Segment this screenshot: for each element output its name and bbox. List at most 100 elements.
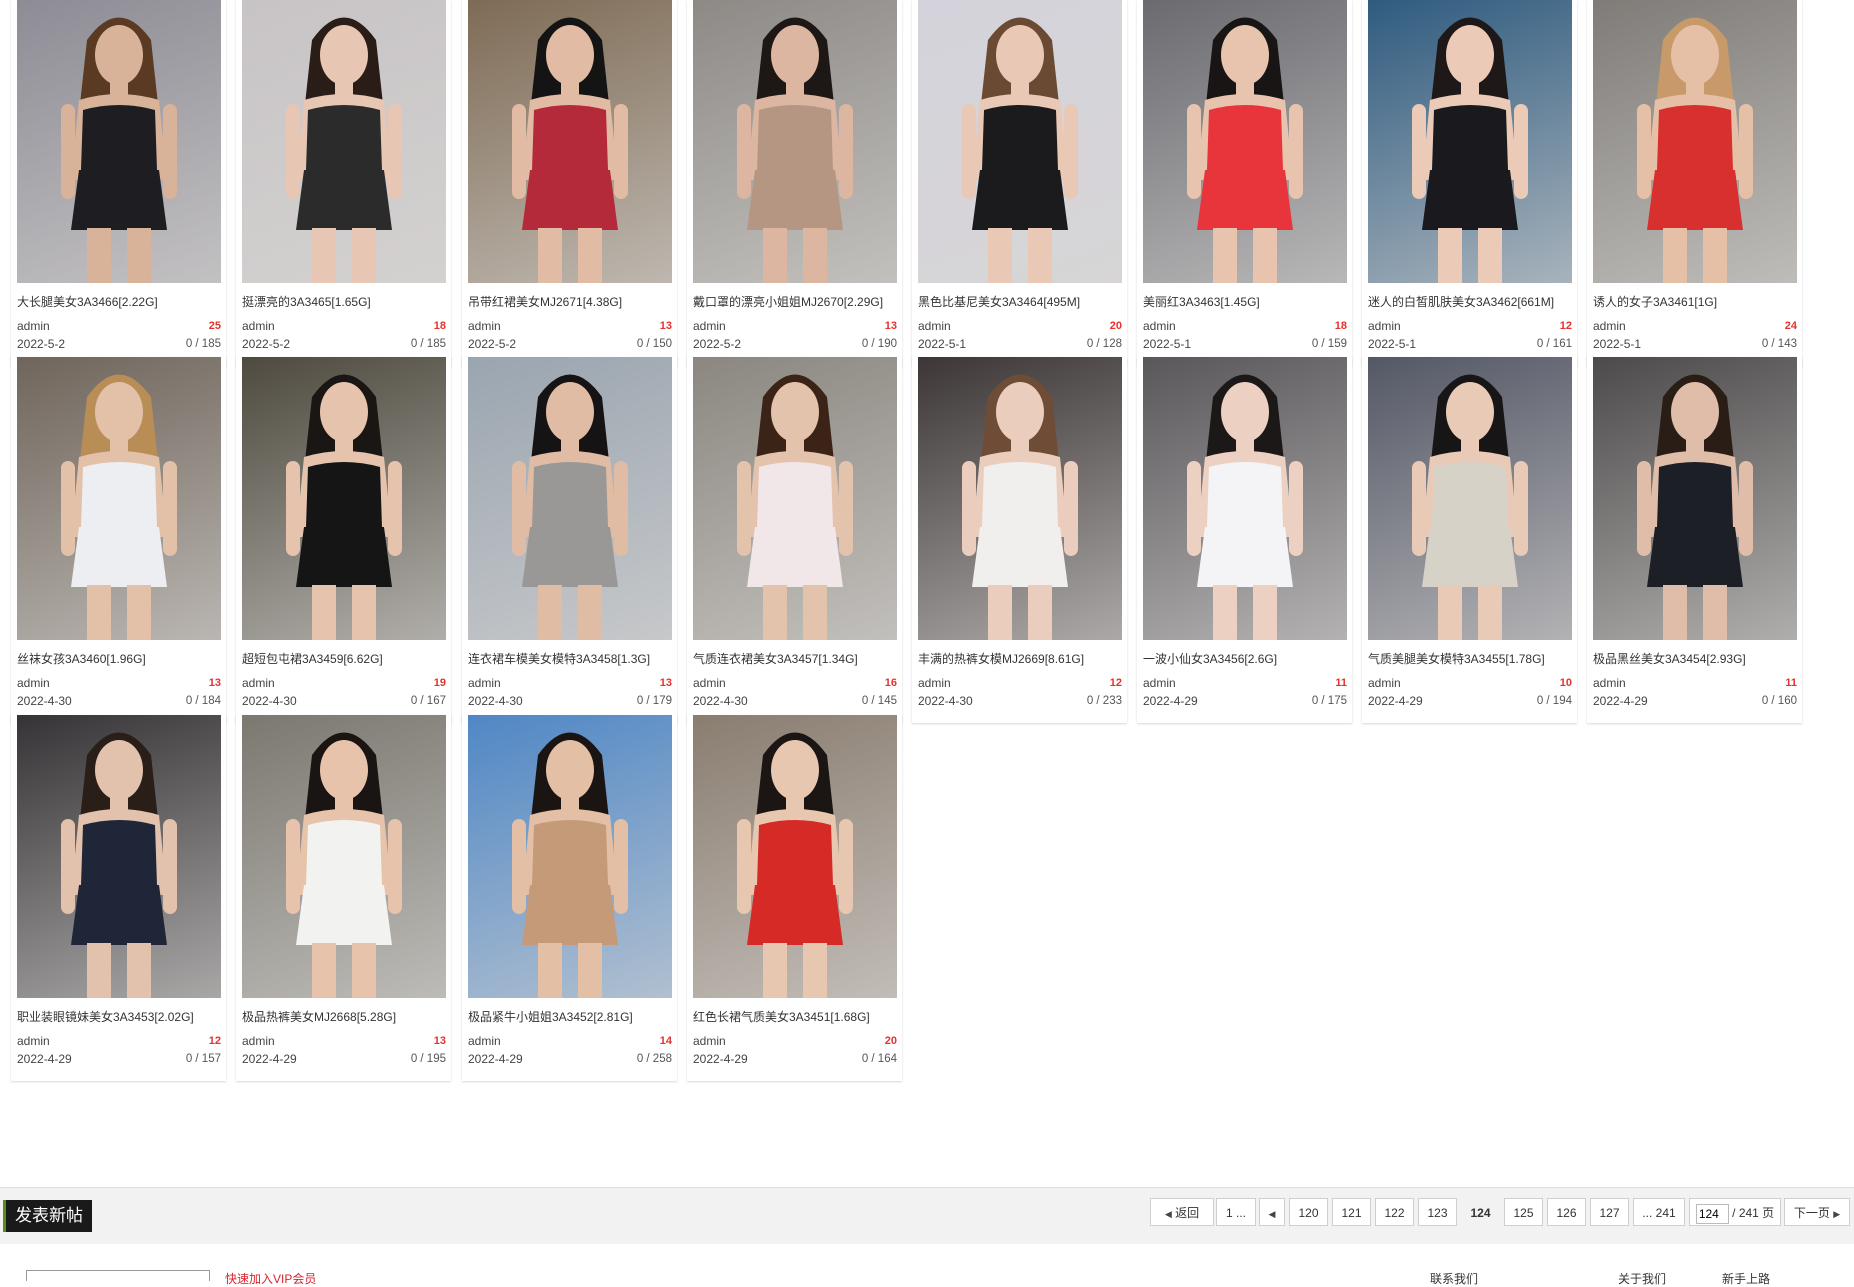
page-jump-input[interactable]: [1695, 1203, 1729, 1224]
post-title[interactable]: 极品紧牛小姐姐3A3452[2.81G]: [468, 1010, 674, 1024]
post-thumbnail[interactable]: [242, 715, 446, 998]
post-thumbnail[interactable]: [918, 0, 1122, 283]
post-card[interactable]: 丝袜女孩3A3460[1.96G] admin 13 2022-4-30 0 / 184: [11, 357, 226, 723]
post-author[interactable]: admin: [1593, 676, 1626, 690]
post-card[interactable]: 气质美腿美女模特3A3455[1.78G] admin 10 2022-4-29 0 /…: [1362, 357, 1577, 723]
post-thumbnail[interactable]: [242, 0, 446, 283]
post-title[interactable]: 极品黑丝美女3A3454[2.93G]: [1593, 652, 1799, 666]
post-title[interactable]: 连衣裙车模美女模特3A3458[1.3G]: [468, 652, 674, 666]
post-card[interactable]: 职业装眼镜妹美女3A3453[2.02G] admin 12 2022-4-29 0 /…: [11, 715, 226, 1081]
post-card[interactable]: 极品黑丝美女3A3454[2.93G] admin 11 2022-4-29 0 / 1…: [1587, 357, 1802, 723]
post-author[interactable]: admin: [1368, 676, 1401, 690]
post-card[interactable]: 极品紧牛小姐姐3A3452[2.81G] admin 14 2022-4-29 0 / …: [462, 715, 677, 1081]
post-card[interactable]: 丰满的热裤女模MJ2669[8.61G] admin 12 2022-4-30 0 / …: [912, 357, 1127, 723]
post-card[interactable]: 连衣裙车模美女模特3A3458[1.3G] admin 13 2022-4-30 0 /…: [462, 357, 677, 723]
post-card[interactable]: 气质连衣裙美女3A3457[1.34G] admin 16 2022-4-30 0 / …: [687, 357, 902, 723]
post-thumbnail[interactable]: [693, 357, 897, 640]
page-124[interactable]: 124: [1461, 1198, 1500, 1226]
post-title[interactable]: 一波小仙女3A3456[2.6G]: [1143, 652, 1349, 666]
post-thumbnail[interactable]: [1143, 357, 1347, 640]
post-thumbnail[interactable]: [468, 715, 672, 998]
post-thumbnail[interactable]: [1143, 0, 1347, 283]
post-author[interactable]: admin: [693, 319, 726, 333]
post-card[interactable]: 美丽红3A3463[1.45G] admin 18 2022-5-1 0 / 159: [1137, 0, 1352, 366]
post-card[interactable]: 吊带红裙美女MJ2671[4.38G] admin 13 2022-5-2 0 / 15…: [462, 0, 677, 366]
post-card[interactable]: 诱人的女子3A3461[1G] admin 24 2022-5-1 0 / 143: [1587, 0, 1802, 366]
page-123[interactable]: 123: [1418, 1198, 1457, 1226]
post-thumbnail[interactable]: [1593, 0, 1797, 283]
page-125[interactable]: 125: [1504, 1198, 1543, 1226]
back-button[interactable]: ◀ 返回: [1150, 1198, 1214, 1226]
post-title[interactable]: 吊带红裙美女MJ2671[4.38G]: [468, 295, 674, 309]
post-author[interactable]: admin: [693, 1034, 726, 1048]
page-122[interactable]: 122: [1375, 1198, 1414, 1226]
post-card[interactable]: 戴口罩的漂亮小姐姐MJ2670[2.29G] admin 13 2022-5-2 0 /…: [687, 0, 902, 366]
post-author[interactable]: admin: [918, 319, 951, 333]
page-126[interactable]: 126: [1547, 1198, 1586, 1226]
post-thumbnail[interactable]: [1593, 357, 1797, 640]
post-title[interactable]: 戴口罩的漂亮小姐姐MJ2670[2.29G]: [693, 295, 899, 309]
post-author[interactable]: admin: [17, 1034, 50, 1048]
post-author[interactable]: admin: [468, 319, 501, 333]
post-card[interactable]: 一波小仙女3A3456[2.6G] admin 11 2022-4-29 0 / 175: [1137, 357, 1352, 723]
post-author[interactable]: admin: [693, 676, 726, 690]
reply-count: 13: [433, 1035, 446, 1047]
post-author[interactable]: admin: [1593, 319, 1626, 333]
post-title[interactable]: 丰满的热裤女模MJ2669[8.61G]: [918, 652, 1124, 666]
post-title[interactable]: 极品热裤美女MJ2668[5.28G]: [242, 1010, 448, 1024]
vip-join-link[interactable]: 快速加入VIP会员: [225, 1270, 316, 1287]
footer-link-newbie[interactable]: 新手上路: [1722, 1270, 1770, 1287]
post-author[interactable]: admin: [1143, 676, 1176, 690]
post-thumbnail[interactable]: [1368, 0, 1572, 283]
post-title[interactable]: 迷人的白皙肌肤美女3A3462[661M]: [1368, 295, 1574, 309]
post-author[interactable]: admin: [242, 319, 275, 333]
post-author[interactable]: admin: [17, 676, 50, 690]
post-title[interactable]: 美丽红3A3463[1.45G]: [1143, 295, 1349, 309]
post-thumbnail[interactable]: [17, 357, 221, 640]
post-thumbnail[interactable]: [468, 0, 672, 283]
post-title[interactable]: 职业装眼镜妹美女3A3453[2.02G]: [17, 1010, 223, 1024]
post-author[interactable]: admin: [242, 676, 275, 690]
post-title[interactable]: 丝袜女孩3A3460[1.96G]: [17, 652, 223, 666]
post-title[interactable]: 气质美腿美女模特3A3455[1.78G]: [1368, 652, 1574, 666]
post-title[interactable]: 黑色比基尼美女3A3464[495M]: [918, 295, 1124, 309]
post-thumbnail[interactable]: [1368, 357, 1572, 640]
footer-link-contact[interactable]: 联系我们: [1430, 1270, 1478, 1287]
post-card[interactable]: 红色长裙气质美女3A3451[1.68G] admin 20 2022-4-29 0 /…: [687, 715, 902, 1081]
post-thumbnail[interactable]: [17, 0, 221, 283]
post-author[interactable]: admin: [242, 1034, 275, 1048]
post-card[interactable]: 超短包屯裙3A3459[6.62G] admin 19 2022-4-30 0 / 16…: [236, 357, 451, 723]
page-121[interactable]: 121: [1332, 1198, 1371, 1226]
page-first[interactable]: 1 ...: [1216, 1198, 1256, 1226]
post-thumbnail[interactable]: [693, 715, 897, 998]
next-page-button[interactable]: 下一页 ▶: [1784, 1198, 1850, 1226]
post-card[interactable]: 挺漂亮的3A3465[1.65G] admin 18 2022-5-2 0 / 185: [236, 0, 451, 366]
post-thumbnail[interactable]: [468, 357, 672, 640]
post-title[interactable]: 气质连衣裙美女3A3457[1.34G]: [693, 652, 899, 666]
prev-page-button[interactable]: ◀: [1259, 1198, 1285, 1226]
post-author[interactable]: admin: [17, 319, 50, 333]
post-author[interactable]: admin: [468, 676, 501, 690]
post-card[interactable]: 迷人的白皙肌肤美女3A3462[661M] admin 12 2022-5-1 0 / …: [1362, 0, 1577, 366]
post-title[interactable]: 诱人的女子3A3461[1G]: [1593, 295, 1799, 309]
post-title[interactable]: 超短包屯裙3A3459[6.62G]: [242, 652, 448, 666]
footer-link-about[interactable]: 关于我们: [1618, 1270, 1666, 1287]
post-thumbnail[interactable]: [242, 357, 446, 640]
post-card[interactable]: 大长腿美女3A3466[2.22G] admin 25 2022-5-2 0 / 185: [11, 0, 226, 366]
post-title[interactable]: 挺漂亮的3A3465[1.65G]: [242, 295, 448, 309]
post-card[interactable]: 黑色比基尼美女3A3464[495M] admin 20 2022-5-1 0 / 12…: [912, 0, 1127, 366]
post-title[interactable]: 红色长裙气质美女3A3451[1.68G]: [693, 1010, 899, 1024]
post-author[interactable]: admin: [918, 676, 951, 690]
post-card[interactable]: 极品热裤美女MJ2668[5.28G] admin 13 2022-4-29 0 / 1…: [236, 715, 451, 1081]
post-thumbnail[interactable]: [693, 0, 897, 283]
page-120[interactable]: 120: [1289, 1198, 1328, 1226]
post-title[interactable]: 大长腿美女3A3466[2.22G]: [17, 295, 223, 309]
post-thumbnail[interactable]: [17, 715, 221, 998]
new-post-button[interactable]: 发表新帖: [3, 1200, 92, 1232]
post-author[interactable]: admin: [1368, 319, 1401, 333]
post-author[interactable]: admin: [468, 1034, 501, 1048]
post-author[interactable]: admin: [1143, 319, 1176, 333]
page-last[interactable]: ... 241: [1633, 1198, 1685, 1226]
page-127[interactable]: 127: [1590, 1198, 1629, 1226]
post-thumbnail[interactable]: [918, 357, 1122, 640]
